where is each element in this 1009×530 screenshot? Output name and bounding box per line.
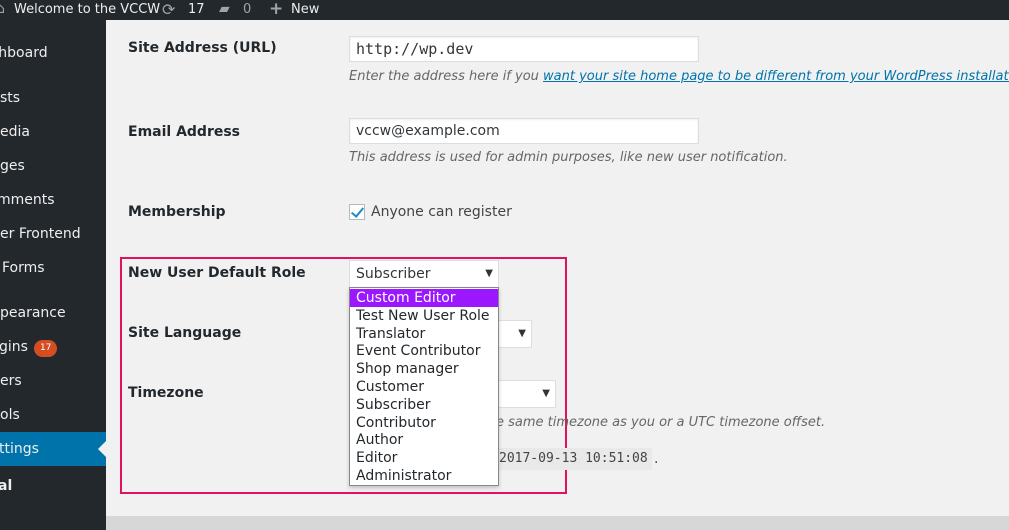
default-role-selected-value: Subscriber: [356, 266, 431, 282]
menu-forms[interactable]: Forms: [0, 251, 106, 285]
timezone-description: e same timezone as you or a UTC timezone…: [496, 415, 826, 430]
chevron-down-icon: ▼: [518, 328, 526, 339]
menu-label: gins: [0, 339, 28, 355]
menu-appearance[interactable]: pearance: [0, 296, 106, 330]
menu-settings[interactable]: ttings: [0, 432, 106, 466]
menu-label: sts: [0, 90, 21, 106]
role-option[interactable]: Customer: [350, 378, 498, 396]
default-role-label: New User Default Role: [128, 265, 306, 281]
menu-dashboard[interactable]: shboard: [0, 36, 106, 70]
email-description: This address is used for admin purposes,…: [349, 150, 788, 165]
timezone-label: Timezone: [128, 385, 204, 401]
anyone-can-register-checkbox[interactable]: [349, 204, 365, 220]
role-option[interactable]: Custom Editor: [350, 289, 498, 307]
role-option[interactable]: Author: [350, 431, 498, 449]
menu-pages[interactable]: ges: [0, 149, 106, 183]
menu-label: mments: [0, 192, 55, 208]
new-content-link[interactable]: New: [291, 0, 319, 20]
site-name-link[interactable]: Welcome to the VCCW: [14, 0, 160, 20]
description-text: Enter the address here if you: [349, 69, 544, 84]
site-address-label: Site Address (URL): [128, 40, 277, 56]
menu-label: ttings: [0, 441, 39, 457]
admin-sidebar: shboard sts edia ges mments er Frontend …: [0, 20, 106, 516]
sidebar-footer: [0, 516, 106, 530]
menu-posts[interactable]: sts: [0, 81, 106, 115]
role-option[interactable]: Editor: [350, 449, 498, 467]
site-home-help-link[interactable]: want your site home page to be different…: [543, 69, 1009, 84]
menu-plugins[interactable]: gins 17: [0, 330, 106, 364]
plus-icon[interactable]: +: [269, 0, 283, 20]
chevron-down-icon: ▼: [485, 268, 493, 279]
chevron-down-icon: ▼: [542, 388, 550, 399]
menu-general[interactable]: al: [0, 469, 106, 503]
horizontal-scrollbar[interactable]: [0, 516, 1009, 530]
utc-time-trailing: .: [654, 451, 659, 467]
home-icon[interactable]: ⌂: [0, 0, 5, 20]
updates-count[interactable]: 17: [188, 0, 205, 20]
site-address-input[interactable]: http://wp.dev: [349, 36, 699, 62]
email-field[interactable]: vccw@example.com: [349, 118, 699, 144]
refresh-icon[interactable]: ⟳: [162, 0, 175, 20]
menu-label: pearance: [0, 305, 66, 321]
plugins-update-badge: 17: [33, 340, 58, 357]
menu-media[interactable]: edia: [0, 115, 106, 149]
default-role-dropdown-list: Custom Editor Test New User Role Transla…: [349, 287, 499, 486]
menu-label: shboard: [0, 45, 48, 61]
menu-comments[interactable]: mments: [0, 183, 106, 217]
menu-user-frontend[interactable]: er Frontend: [0, 217, 106, 251]
email-address-label: Email Address: [128, 124, 241, 140]
membership-label: Membership: [128, 204, 226, 220]
role-option[interactable]: Test New User Role: [350, 307, 498, 325]
comment-icon[interactable]: ▰: [219, 0, 230, 20]
role-option[interactable]: Contributor: [350, 414, 498, 432]
menu-tools[interactable]: ols: [0, 398, 106, 432]
anyone-can-register-label[interactable]: Anyone can register: [371, 204, 512, 220]
role-option[interactable]: Translator: [350, 325, 498, 343]
menu-label: ges: [0, 158, 25, 174]
role-option[interactable]: Shop manager: [350, 360, 498, 378]
default-role-select[interactable]: Subscriber ▼: [349, 260, 499, 288]
menu-label: Forms: [2, 260, 45, 276]
role-option[interactable]: Administrator: [350, 467, 498, 485]
menu-users[interactable]: ers: [0, 364, 106, 398]
admin-bar: ⌂ Welcome to the VCCW ⟳ 17 ▰ 0 + New: [0, 0, 1009, 20]
site-language-label: Site Language: [128, 325, 242, 341]
role-option[interactable]: Subscriber: [350, 396, 498, 414]
menu-label: ers: [0, 373, 22, 389]
menu-label: edia: [0, 124, 30, 140]
utc-time-value: 2017-09-13 10:51:08: [496, 448, 652, 470]
menu-label: ols: [0, 407, 20, 423]
menu-label: al: [0, 478, 13, 494]
menu-label: er Frontend: [0, 226, 81, 242]
site-address-description: Enter the address here if you want your …: [349, 69, 1009, 84]
role-option[interactable]: Event Contributor: [350, 342, 498, 360]
comments-count[interactable]: 0: [243, 0, 251, 20]
